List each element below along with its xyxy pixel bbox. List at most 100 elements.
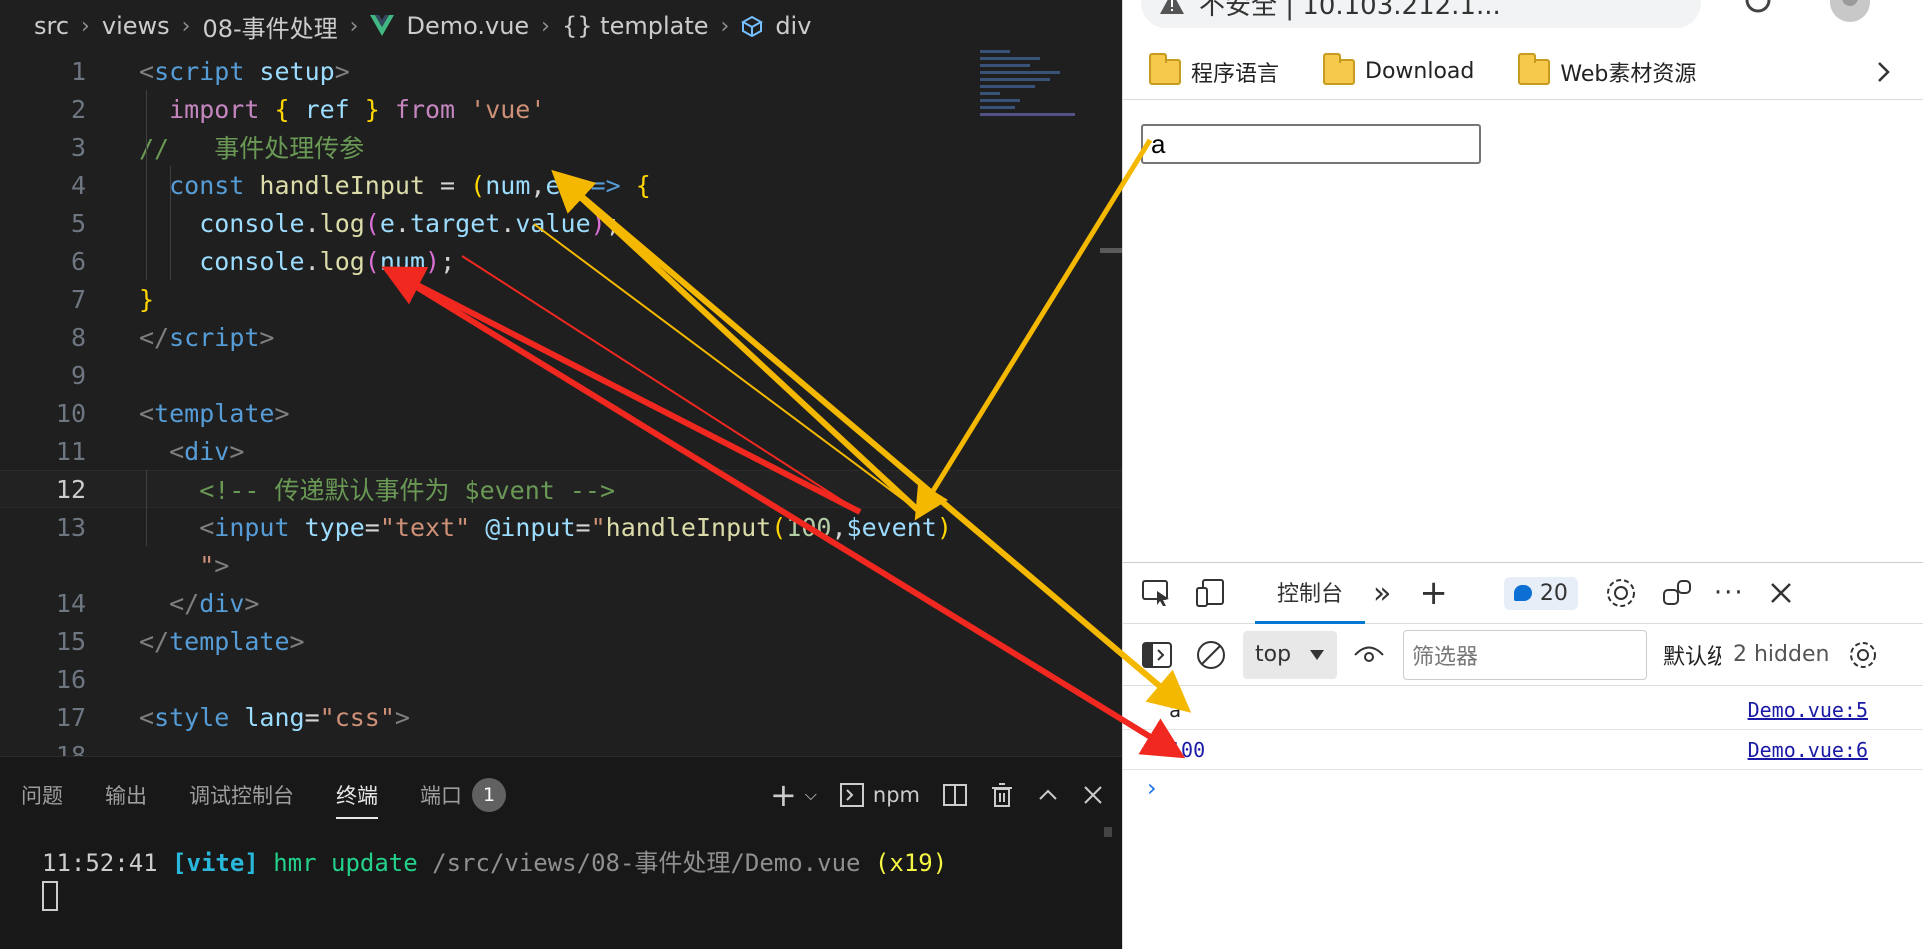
minimap[interactable] (980, 46, 1092, 136)
folder-icon (1518, 52, 1551, 85)
code-area[interactable]: 1 <script setup> 2 import { ref } from 'vu… (0, 52, 1122, 770)
code-line[interactable]: 2 import { ref } from 'vue' (0, 90, 1122, 128)
message-count: 20 (1539, 580, 1568, 606)
log-levels-dropdown[interactable]: 默认级 (1663, 639, 1721, 671)
filter-input[interactable]: 筛选器 (1403, 629, 1647, 680)
code-line[interactable]: 17 <style lang="css"> (0, 698, 1122, 736)
npm-label: npm (872, 783, 920, 807)
tab-ports[interactable]: 端口 1 (399, 757, 527, 833)
code-text: import { ref } from 'vue' (139, 95, 545, 124)
code-token: "text" (379, 512, 471, 542)
console-source-link[interactable]: Demo.vue:5 (1748, 698, 1868, 722)
tab-console[interactable]: 控制台 (1255, 562, 1366, 624)
terminal-icon (839, 783, 864, 807)
console-prompt-icon[interactable]: › (1147, 774, 1157, 802)
close-icon[interactable] (1082, 784, 1104, 806)
split-terminal-icon[interactable] (942, 782, 968, 808)
chevron-right-icon: › (81, 13, 90, 39)
terminal-scrollbar[interactable] (1104, 827, 1112, 837)
text-input[interactable] (1141, 124, 1481, 164)
avatar[interactable] (1828, 0, 1872, 24)
caret-down-icon (1310, 649, 1325, 660)
sidebar-toggle-icon[interactable] (1141, 641, 1173, 669)
code-line[interactable]: 13 <input type="text" @input="handleInpu… (0, 508, 1122, 546)
device-emulation-icon[interactable] (1195, 578, 1227, 608)
more-options-icon[interactable]: ··· (1714, 578, 1745, 608)
code-line[interactable]: 5 console.log(e.target.value); (0, 204, 1122, 242)
code-line[interactable]: 11 <div> (0, 432, 1122, 470)
bookmark-folder[interactable]: 程序语言 (1123, 52, 1297, 88)
code-line[interactable]: 10 <template> (0, 394, 1122, 432)
bookmark-folder[interactable]: Download (1297, 52, 1492, 85)
crumb-file[interactable]: Demo.vue (406, 12, 529, 40)
add-tab-icon[interactable]: + (1419, 573, 1448, 613)
code-token: handleInput (605, 512, 772, 542)
editor-scrollbar[interactable] (1100, 248, 1122, 253)
code-line[interactable]: 8 </script> (0, 318, 1122, 356)
code-token: $event (846, 512, 937, 542)
code-token: 100 (786, 512, 832, 542)
context-selector[interactable]: top (1243, 630, 1337, 679)
code-line[interactable]: 15 </template> (0, 622, 1122, 660)
bookmark-folder[interactable]: Web素材资源 (1492, 52, 1714, 88)
code-line[interactable]: 12 <!-- 传递默认事件为 $event --> (0, 470, 1122, 508)
tab-terminal[interactable]: 终端 (315, 757, 399, 833)
connect-icon[interactable] (1660, 578, 1694, 608)
inspect-element-icon[interactable] (1141, 579, 1173, 607)
more-tabs-icon[interactable]: » (1373, 576, 1391, 611)
address-text: 不安全 | 10.103.212.1... (1199, 0, 1501, 21)
line-number: 16 (55, 664, 86, 694)
terminal-hmr: hmr update (258, 849, 433, 877)
code-text: const handleInput = (num,e) => { (139, 171, 651, 200)
crumb-folder[interactable]: 08-事件处理 (202, 9, 337, 44)
code-line[interactable]: 3 // 事件处理传参 (0, 128, 1122, 166)
crumb-views[interactable]: views (102, 12, 170, 40)
code-line[interactable]: 7} (0, 280, 1122, 318)
code-token: < (139, 512, 215, 542)
crumb-src[interactable]: src (34, 12, 69, 40)
gear-icon[interactable] (1743, 0, 1773, 18)
code-token: style (154, 702, 230, 732)
chevron-right-icon: › (720, 13, 730, 39)
code-token: . (304, 246, 320, 276)
chevron-right-icon[interactable] (1874, 60, 1894, 84)
code-line[interactable]: "> (0, 546, 1122, 584)
clear-console-icon[interactable] (1195, 639, 1227, 671)
console-source-link[interactable]: Demo.vue:6 (1748, 738, 1868, 762)
code-token: => (575, 170, 636, 200)
gear-icon[interactable] (1847, 639, 1879, 671)
indent-guide (146, 470, 147, 546)
chevron-down-icon[interactable]: ⌵ (805, 785, 817, 805)
bookmarks-bar: 程序语言 Download Web素材资源 (1123, 44, 1923, 100)
message-count-badge[interactable]: 20 (1503, 576, 1578, 610)
code-token: { (274, 94, 305, 124)
code-line[interactable]: 4 const handleInput = (num,e) => { (0, 166, 1122, 204)
code-token: log (319, 208, 365, 238)
code-token: // 事件处理传参 (139, 134, 365, 163)
address-bar[interactable]: 不安全 | 10.103.212.1... (1141, 0, 1701, 28)
terminal-profile[interactable]: npm (839, 782, 920, 808)
code-line[interactable]: 6 console.log(num); (0, 242, 1122, 280)
code-text: } (139, 285, 154, 314)
gear-icon[interactable] (1604, 576, 1638, 610)
tab-output[interactable]: 输出 (84, 757, 168, 833)
crumb-div[interactable]: div (775, 12, 811, 40)
code-line[interactable]: 14 </div> (0, 584, 1122, 622)
code-line[interactable]: 1 <script setup> (0, 52, 1122, 90)
line-number: 7 (70, 284, 86, 314)
crumb-template[interactable]: {} template (562, 12, 709, 40)
line-number: 9 (70, 360, 86, 390)
code-line[interactable]: 16 (0, 660, 1122, 698)
code-line[interactable]: 9 (0, 356, 1122, 394)
close-icon[interactable] (1769, 581, 1793, 605)
eye-icon[interactable] (1353, 644, 1385, 666)
tab-problems[interactable]: 问题 (0, 757, 84, 833)
code-token: from (394, 94, 471, 124)
code-text: <!-- 传递默认事件为 $event --> (139, 471, 615, 507)
filter-placeholder: 筛选器 (1412, 644, 1479, 670)
trash-icon[interactable] (990, 782, 1014, 808)
tab-debug-console[interactable]: 调试控制台 (168, 757, 315, 833)
new-terminal-icon[interactable]: + (770, 776, 797, 814)
terminal-output[interactable]: 11:52:41 [vite] hmr update /src/views/08… (42, 843, 947, 878)
chevron-up-icon[interactable] (1036, 783, 1060, 807)
